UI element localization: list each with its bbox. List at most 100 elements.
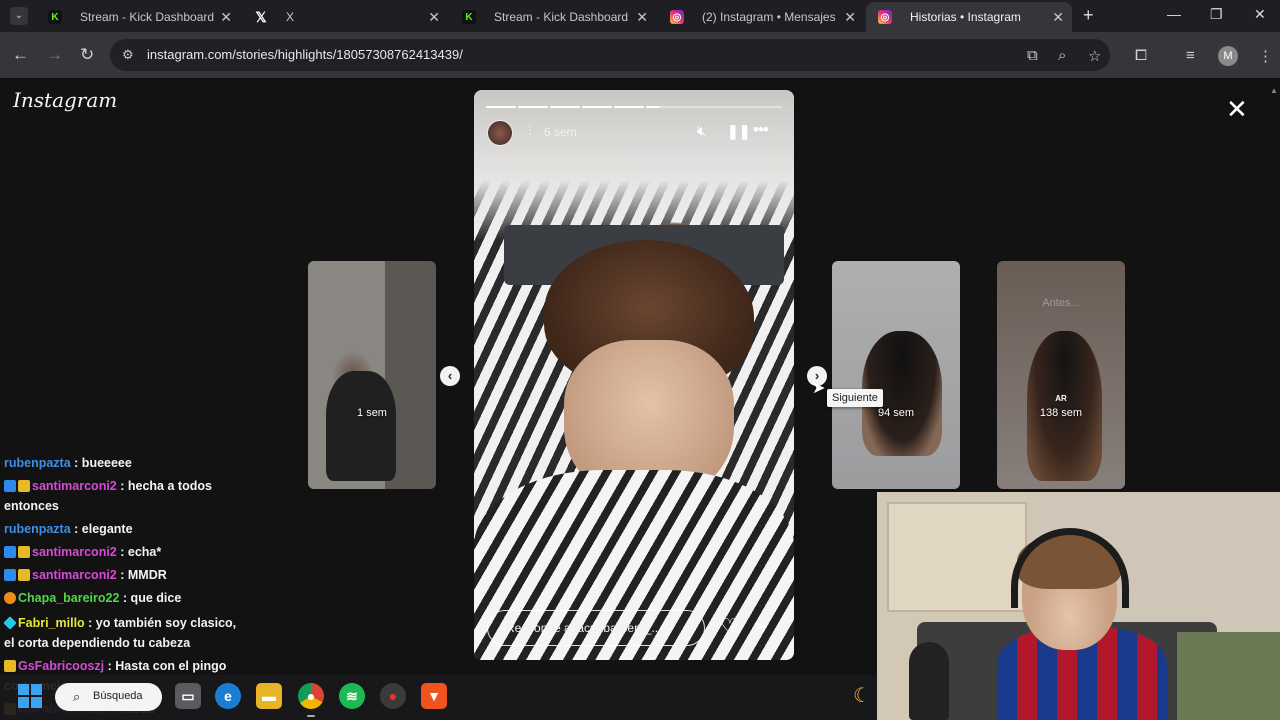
zoom-icon[interactable]: ⌕ (1058, 47, 1066, 64)
story-age: 1 sem (357, 407, 387, 419)
chat-username[interactable]: GsFabricooszj (18, 659, 104, 673)
tab-label: Stream - Kick Dashboard (80, 10, 215, 24)
gold-badge-icon (18, 480, 30, 492)
story-progress-segment (660, 106, 782, 108)
taskbar-search[interactable]: ⌕ Búsqueda (55, 683, 162, 711)
chat-message: GsFabricooszj : Hasta con el pingo (4, 656, 226, 676)
story-preview-next-2[interactable]: Antes... AR 138 sem (997, 261, 1125, 489)
story-time: 6 sem (544, 125, 577, 139)
orange-badge-icon (4, 592, 16, 604)
pause-icon[interactable]: ❚❚ (727, 123, 750, 140)
new-tab-icon[interactable]: + (1083, 5, 1094, 26)
previous-story-chevron-icon[interactable]: ‹ (440, 366, 460, 386)
story-progress-segment (614, 106, 644, 108)
taskbar-search-label: Búsqueda (93, 690, 143, 702)
story-tag: AR (1055, 394, 1067, 403)
chrome-icon[interactable]: ● (298, 683, 324, 709)
url-text: instagram.com/stories/highlights/1805730… (147, 47, 463, 62)
back-icon[interactable]: ← (12, 45, 29, 65)
close-stories-icon[interactable]: ✕ (1226, 96, 1248, 122)
chat-text: : yo también soy clasico, (88, 616, 237, 630)
install-app-icon[interactable]: ⧉ (1027, 47, 1038, 64)
story-progress-segment (646, 106, 660, 108)
blue-badge-icon (4, 480, 16, 492)
reply-input[interactable]: Responde a facuubarbero_... (487, 610, 705, 646)
preview-dim-overlay (832, 261, 960, 489)
night-mode-icon[interactable]: ☾ (853, 683, 871, 708)
chat-username[interactable]: Chapa_bareiro22 (18, 591, 119, 605)
edge-icon[interactable]: e (215, 683, 241, 709)
media-controls-icon[interactable]: ≡ (1186, 47, 1195, 64)
profile-avatar[interactable]: M (1218, 46, 1238, 66)
tab-label: X (286, 10, 295, 24)
chat-text: : MMDR (120, 568, 167, 582)
chat-username[interactable]: rubenpazta (4, 522, 71, 536)
minimize-icon[interactable]: — (1167, 6, 1181, 22)
story-viewer[interactable]: ⋮ 6 sem 🔇︎ ❚❚ ••• Responde a facuubarber… (474, 90, 794, 660)
tab-historias-instagram[interactable]: ◎ Historias • Instagram ✕ (866, 2, 1072, 32)
tab-x[interactable]: 𝕏 X ✕ (242, 2, 448, 32)
reload-icon[interactable]: ↻ (80, 45, 94, 65)
chat-text: : echa* (120, 545, 162, 559)
address-bar[interactable]: ⚙ instagram.com/stories/highlights/18057… (110, 39, 1110, 71)
tab-instagram-mensajes[interactable]: ◎ (2) Instagram • Mensajes ✕ (658, 2, 864, 32)
instagram-logo[interactable]: Instagram (13, 88, 117, 112)
tab-kick-dashboard-2[interactable]: K Stream - Kick Dashboard ✕ (450, 2, 656, 32)
task-view-icon[interactable]: ▭ (175, 683, 201, 709)
blue-badge-icon (4, 569, 16, 581)
reply-placeholder: Responde a facuubarbero_... (506, 621, 662, 635)
story-progress-segment (550, 106, 580, 108)
recorder-app-icon[interactable]: ● (380, 683, 406, 709)
chat-message: Chapa_bareiro22 : que dice (4, 588, 181, 608)
webcam-window (887, 502, 1027, 612)
windows-start-icon[interactable] (18, 684, 42, 708)
story-age: 94 sem (877, 407, 915, 419)
tab-close-icon[interactable]: ✕ (1052, 9, 1064, 26)
extensions-icon[interactable]: ⧠ (1135, 47, 1147, 64)
send-icon[interactable]: ➢ (753, 616, 768, 637)
story-author-avatar[interactable] (487, 120, 513, 146)
site-settings-icon[interactable]: ⚙ (122, 47, 134, 63)
story-preview-next[interactable]: 94 sem (832, 261, 960, 489)
kick-icon: K (462, 10, 476, 24)
tab-close-icon[interactable]: ✕ (220, 9, 232, 26)
chat-message: santimarconi2 : hecha a todos (4, 476, 212, 496)
chat-text: entonces (4, 499, 59, 513)
blue-badge-icon (4, 546, 16, 558)
mute-icon[interactable]: 🔇︎ (697, 123, 706, 140)
bookmark-star-icon[interactable]: ☆ (1088, 47, 1101, 65)
menu-icon[interactable]: ⋮ (1258, 47, 1273, 65)
restore-icon[interactable]: ❐ (1210, 6, 1223, 23)
chat-username[interactable]: santimarconi2 (32, 479, 117, 493)
tab-label: (2) Instagram • Mensajes (702, 10, 836, 24)
tab-search-dropdown[interactable]: ⌄ (10, 7, 28, 25)
chat-username[interactable]: Fabri_millo (18, 616, 85, 630)
heart-icon[interactable]: ♡ (720, 614, 740, 640)
tab-close-icon[interactable]: ✕ (428, 9, 440, 26)
brave-icon[interactable]: ▼ (421, 683, 447, 709)
chat-username[interactable]: santimarconi2 (32, 568, 117, 582)
tab-kick-dashboard-1[interactable]: K Stream - Kick Dashboard ✕ (36, 2, 240, 32)
window-close-icon[interactable]: ✕ (1254, 6, 1266, 23)
windows-taskbar: ⌕ Búsqueda ▭ e ▬ ● ≋ ● ▼ ☾ (0, 675, 880, 720)
active-app-indicator (307, 715, 315, 717)
chat-message: entonces (4, 496, 59, 516)
chat-username[interactable]: santimarconi2 (32, 545, 117, 559)
highlight-separator-icon: ⋮ (524, 123, 536, 137)
browser-toolbar: ← → ↻ ⚙ instagram.com/stories/highlights… (0, 32, 1280, 78)
instagram-icon: ◎ (878, 10, 892, 24)
spotify-icon[interactable]: ≋ (339, 683, 365, 709)
story-progress-segment (518, 106, 548, 108)
microphone-icon (909, 642, 949, 720)
cyan-badge-icon (3, 616, 17, 630)
file-explorer-icon[interactable]: ▬ (256, 683, 282, 709)
story-progress-segment (486, 106, 516, 108)
tab-close-icon[interactable]: ✕ (844, 9, 856, 26)
chat-username[interactable]: rubenpazta (4, 456, 71, 470)
webcam-pillow (1177, 632, 1280, 720)
scrollbar-up-icon[interactable]: ▲ (1270, 86, 1278, 95)
tab-close-icon[interactable]: ✕ (636, 9, 648, 26)
forward-icon[interactable]: → (46, 45, 63, 65)
story-background (474, 90, 794, 240)
more-options-icon[interactable]: ••• (753, 120, 769, 140)
